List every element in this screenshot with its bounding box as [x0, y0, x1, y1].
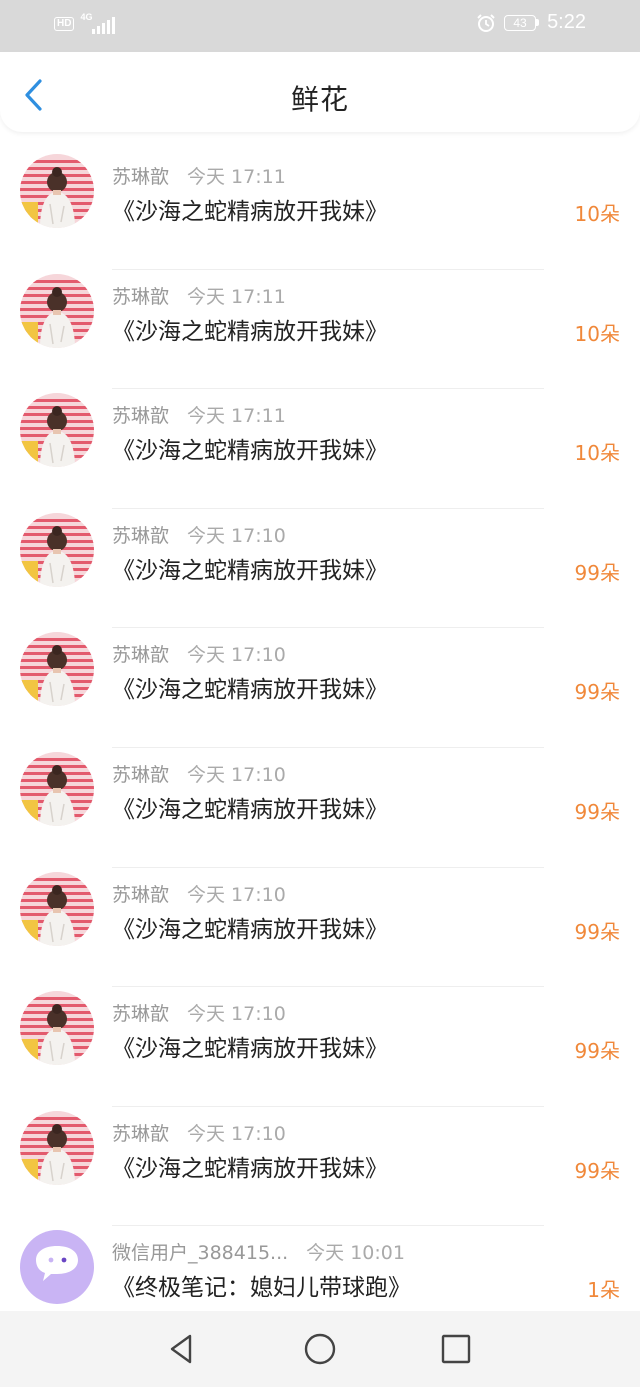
- timestamp: 今天 17:11: [187, 166, 286, 188]
- system-nav-bar: [0, 1311, 640, 1387]
- book-title: 《沙海之蛇精病放开我妹》: [112, 677, 388, 704]
- flower-count: 10朵: [574, 321, 620, 346]
- battery-icon: 43: [504, 14, 540, 31]
- circle-home-icon[interactable]: [302, 1331, 338, 1367]
- item-meta: 苏琳歆 今天 17:10: [112, 521, 286, 548]
- item-meta: 苏琳歆 今天 17:10: [112, 880, 286, 907]
- flower-count: 99朵: [574, 799, 620, 824]
- sender-name: 苏琳歆: [112, 1003, 170, 1026]
- avatar[interactable]: [20, 871, 94, 946]
- list-item[interactable]: 微信用户_388415... 今天 10:01 《终极笔记：媳妇儿带球跑》 1朵: [0, 1226, 640, 1310]
- sender-name: 苏琳歆: [112, 1122, 170, 1145]
- book-title: 《沙海之蛇精病放开我妹》: [112, 199, 388, 225]
- timestamp: 今天 17:10: [187, 883, 286, 906]
- timestamp: 今天 17:11: [187, 405, 286, 428]
- flower-count: 10朵: [574, 441, 620, 466]
- item-meta: 苏琳歆 今天 17:11: [112, 401, 286, 428]
- flower-count: 1朵: [587, 1278, 620, 1303]
- timestamp: 今天 17:10: [187, 524, 286, 547]
- sender-name: 苏琳歆: [112, 166, 170, 188]
- list-item[interactable]: 苏琳歆 今天 17:11 《沙海之蛇精病放开我妹》 10朵: [0, 270, 640, 390]
- flower-count: 10朵: [574, 202, 620, 226]
- list-item[interactable]: 苏琳歆 今天 17:10 《沙海之蛇精病放开我妹》 99朵: [0, 509, 640, 629]
- item-meta: 微信用户_388415... 今天 10:01: [112, 1238, 405, 1265]
- book-title: 《沙海之蛇精病放开我妹》: [112, 796, 388, 823]
- page-title: 鲜花: [290, 83, 349, 116]
- hd-badge: HD: [54, 17, 75, 31]
- sender-name: 苏琳歆: [112, 524, 170, 547]
- item-meta: 苏琳歆 今天 17:10: [112, 999, 286, 1026]
- list-item[interactable]: 苏琳歆 今天 17:10 《沙海之蛇精病放开我妹》 99朵: [0, 987, 640, 1107]
- timestamp: 今天 10:01: [306, 1242, 405, 1265]
- flower-count: 99朵: [574, 919, 620, 944]
- sender-name: 微信用户_388415...: [112, 1242, 289, 1265]
- avatar[interactable]: [20, 273, 94, 348]
- avatar[interactable]: [20, 1110, 94, 1185]
- avatar[interactable]: [20, 991, 94, 1066]
- item-meta: 苏琳歆 今天 17:10: [112, 640, 286, 667]
- book-title: 《沙海之蛇精病放开我妹》: [112, 438, 388, 465]
- item-meta: 苏琳歆 今天 17:11: [112, 282, 286, 309]
- timestamp: 今天 17:10: [187, 1003, 286, 1026]
- flower-count: 99朵: [574, 680, 620, 705]
- status-left: HD 4G: [54, 12, 116, 34]
- list-item[interactable]: 苏琳歆 今天 17:10 《沙海之蛇精病放开我妹》 99朵: [0, 628, 640, 748]
- network-type: 4G: [80, 12, 93, 22]
- status-bar: HD 4G 43 5:22: [0, 0, 640, 52]
- sender-name: 苏琳歆: [112, 644, 170, 667]
- avatar[interactable]: [20, 154, 94, 228]
- book-title: 《终极笔记：媳妇儿带球跑》: [112, 1275, 411, 1302]
- clock: 5:22: [547, 11, 586, 33]
- flower-list: 苏琳歆 今天 17:11 《沙海之蛇精病放开我妹》 10朵 苏琳歆 今天 17:11 《沙…: [0, 150, 640, 1310]
- avatar[interactable]: [20, 751, 94, 826]
- sender-name: 苏琳歆: [112, 405, 170, 428]
- triangle-back-icon[interactable]: [164, 1331, 200, 1367]
- book-title: 《沙海之蛇精病放开我妹》: [112, 916, 388, 943]
- square-recents-icon[interactable]: [438, 1331, 474, 1367]
- list-item[interactable]: 苏琳歆 今天 17:10 《沙海之蛇精病放开我妹》 99朵: [0, 1107, 640, 1227]
- book-title: 《沙海之蛇精病放开我妹》: [112, 318, 388, 345]
- wechat-avatar-icon[interactable]: [20, 1230, 94, 1305]
- item-meta: 苏琳歆 今天 17:11: [112, 162, 286, 189]
- flower-count: 99朵: [574, 560, 620, 585]
- sender-name: 苏琳歆: [112, 883, 170, 906]
- avatar[interactable]: [20, 393, 94, 468]
- item-meta: 苏琳歆 今天 17:10: [112, 760, 286, 787]
- book-title: 《沙海之蛇精病放开我妹》: [112, 1155, 388, 1182]
- list-item[interactable]: 苏琳歆 今天 17:11 《沙海之蛇精病放开我妹》 10朵: [0, 389, 640, 509]
- timestamp: 今天 17:10: [187, 1122, 286, 1145]
- list-item[interactable]: 苏琳歆 今天 17:11 《沙海之蛇精病放开我妹》 10朵: [0, 150, 640, 270]
- alarm-icon: [477, 13, 495, 32]
- signal-icon: 4G: [80, 12, 116, 34]
- flower-count: 99朵: [574, 1039, 620, 1064]
- book-title: 《沙海之蛇精病放开我妹》: [112, 557, 388, 584]
- avatar[interactable]: [20, 512, 94, 587]
- list-item[interactable]: 苏琳歆 今天 17:10 《沙海之蛇精病放开我妹》 99朵: [0, 748, 640, 868]
- item-meta: 苏琳歆 今天 17:10: [112, 1119, 286, 1146]
- book-title: 《沙海之蛇精病放开我妹》: [112, 1036, 388, 1063]
- timestamp: 今天 17:11: [187, 285, 286, 308]
- timestamp: 今天 17:10: [187, 644, 286, 667]
- flower-count: 99朵: [574, 1158, 620, 1183]
- status-right: 43 5:22: [476, 11, 586, 34]
- sender-name: 苏琳歆: [112, 763, 170, 786]
- timestamp: 今天 17:10: [187, 763, 286, 786]
- avatar[interactable]: [20, 632, 94, 707]
- header: 鲜花: [0, 52, 640, 132]
- battery-level: 43: [504, 14, 537, 31]
- sender-name: 苏琳歆: [112, 285, 170, 308]
- list-item[interactable]: 苏琳歆 今天 17:10 《沙海之蛇精病放开我妹》 99朵: [0, 868, 640, 988]
